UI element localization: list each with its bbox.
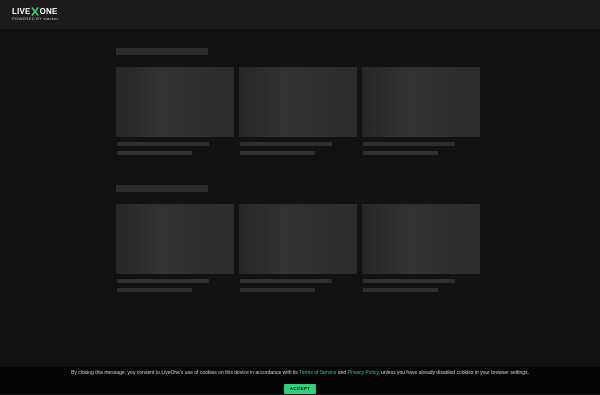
tile-subtitle-placeholder [240,288,315,292]
logo-tagline: POWERED BY slacker [12,16,59,21]
tile-placeholder [239,204,357,274]
tile-placeholder [116,67,234,137]
liveone-logo[interactable]: LIVE ONE POWERED BY slacker [12,7,58,21]
tile-placeholder [239,67,357,137]
tile-title-placeholder [363,279,455,283]
logo-text-live: LIVE [12,7,31,16]
tile-subtitle-placeholder [363,288,438,292]
cookie-banner: By closing this message, you consent to … [0,367,600,394]
cookie-text-end: , unless you have already disabled cooki… [378,370,529,376]
logo-text-one: ONE [39,7,58,16]
logo-x-icon [31,7,39,16]
tile-title-placeholder [117,279,209,283]
tile-placeholder [362,67,480,137]
tile-title-placeholder [240,279,332,283]
tile-subtitle-placeholder [240,151,315,155]
tile-subtitle-placeholder [117,151,192,155]
site-header: LIVE ONE POWERED BY slacker [0,0,600,29]
cookie-text-and: and [336,370,348,376]
tile-title-placeholder [363,142,455,146]
terms-of-service-link[interactable]: Terms of Service [299,370,336,376]
tile-subtitle-placeholder [117,288,192,292]
tile-placeholder [116,204,234,274]
cookie-text: By closing this message, you consent to … [71,370,300,376]
tile-title-placeholder [117,142,209,146]
cookie-message: By closing this message, you consent to … [0,367,600,377]
privacy-policy-link[interactable]: Privacy Policy [348,370,379,376]
tile-title-placeholder [240,142,332,146]
accept-cookies-button[interactable]: ACCEPT [284,384,316,394]
tile-placeholder [362,204,480,274]
section-title-placeholder [116,185,208,192]
tile-subtitle-placeholder [363,151,438,155]
section-title-placeholder [116,48,208,55]
